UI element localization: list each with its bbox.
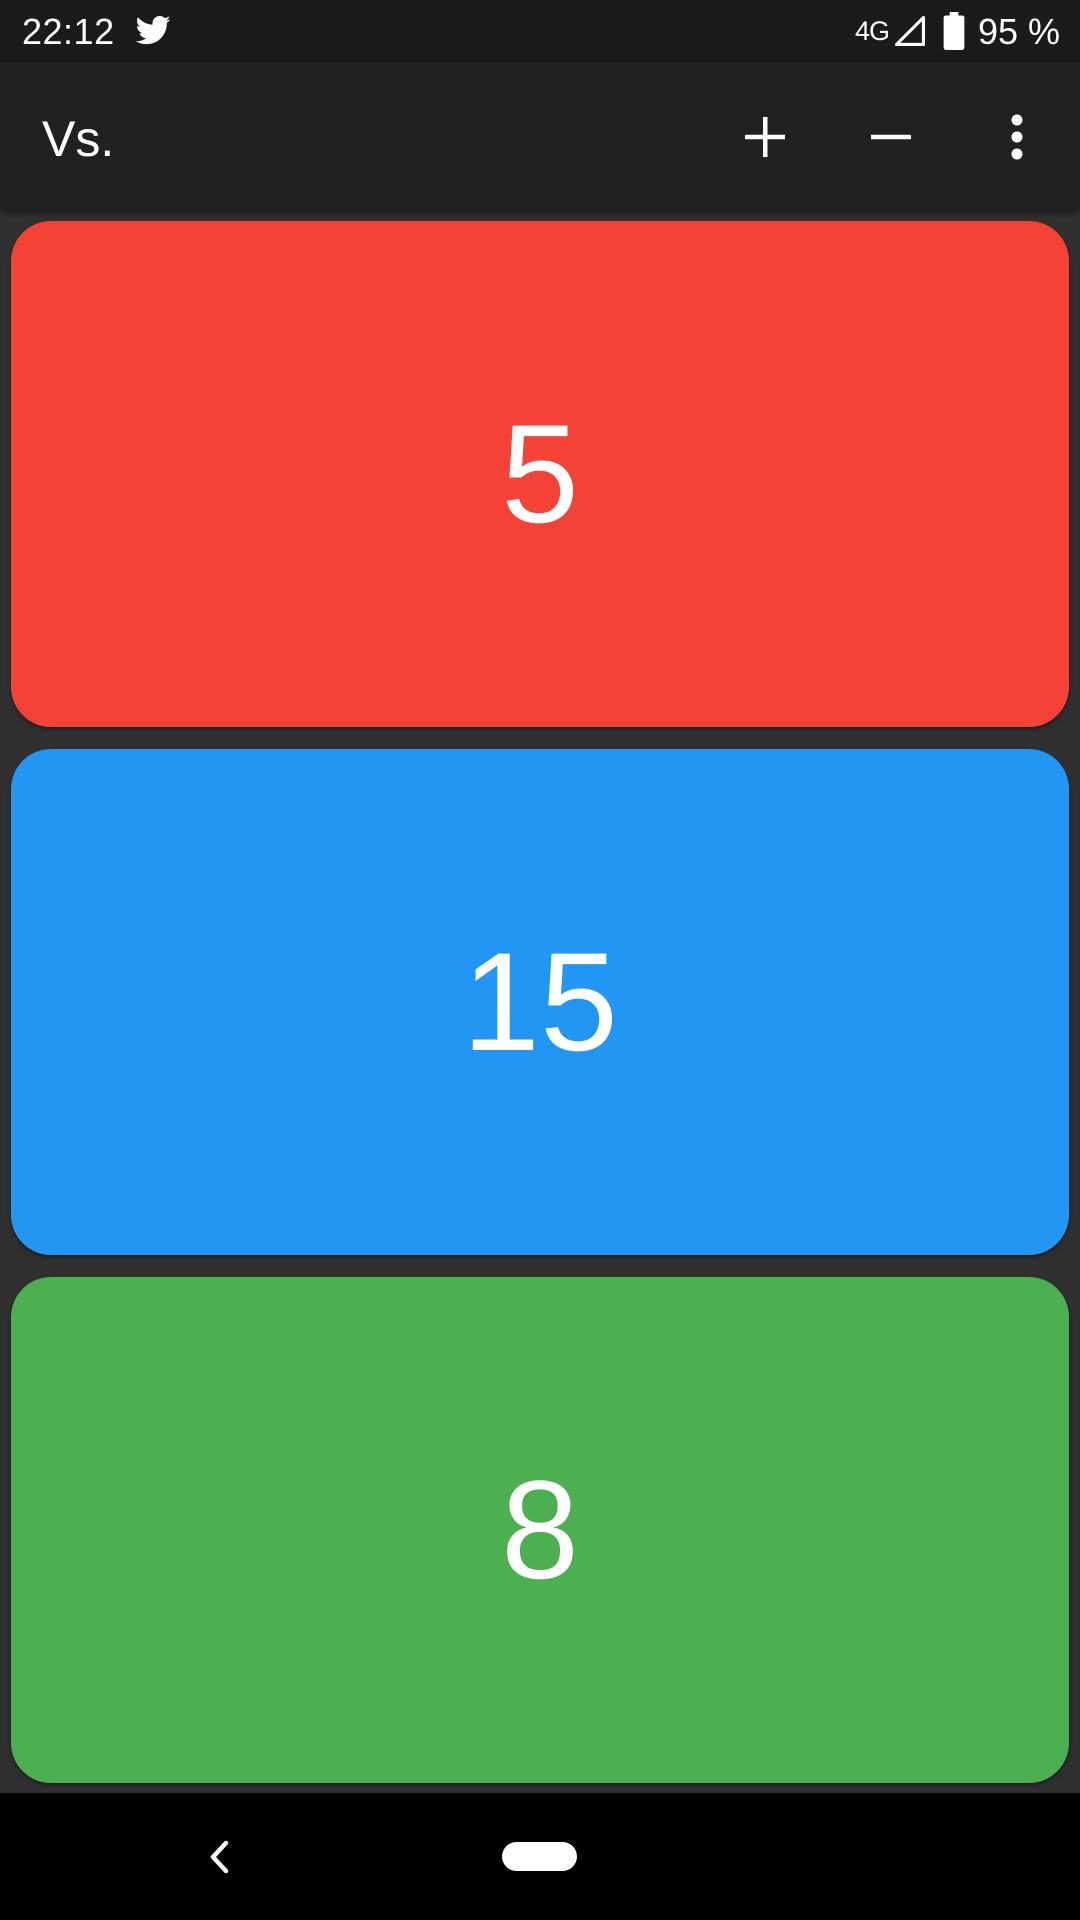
twitter-bird-icon [135, 15, 171, 45]
screen: 22:12 4G 95 % Vs. 5 15 8 [0, 0, 1080, 1920]
app-title: Vs. [42, 111, 115, 167]
home-pill-icon[interactable] [502, 1842, 577, 1871]
remove-counter-button[interactable] [849, 95, 933, 179]
counter-value: 5 [501, 395, 579, 552]
minus-icon [871, 134, 911, 140]
cell-signal-icon [894, 15, 926, 47]
battery-percentage: 95 % [978, 11, 1061, 52]
status-bar: 22:12 4G 95 % [0, 0, 1080, 63]
status-time: 22:12 [22, 11, 115, 52]
more-options-button[interactable] [975, 95, 1059, 179]
battery-icon [943, 12, 965, 50]
plus-icon [745, 117, 785, 157]
network-type: 4G [855, 16, 890, 46]
counter-card-green[interactable]: 8 [11, 1277, 1069, 1783]
counter-value: 8 [501, 1451, 579, 1608]
app-bar: Vs. [0, 63, 1080, 210]
more-vert-icon [1011, 114, 1023, 160]
counter-card-blue[interactable]: 15 [11, 749, 1069, 1255]
counter-value: 15 [462, 923, 618, 1080]
add-counter-button[interactable] [723, 95, 807, 179]
counter-card-red[interactable]: 5 [11, 221, 1069, 727]
navigation-bar [0, 1793, 1080, 1920]
back-chevron-icon[interactable] [196, 1833, 244, 1881]
counter-list: 5 15 8 [0, 210, 1080, 1793]
